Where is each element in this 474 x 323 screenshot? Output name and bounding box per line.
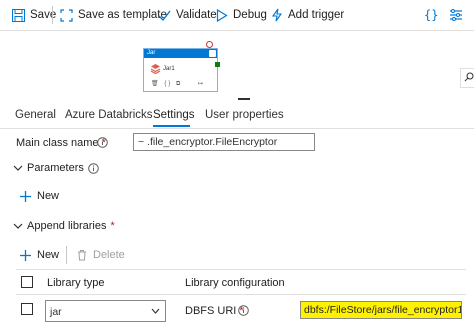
table-divider	[16, 269, 466, 270]
column-header-library-configuration: Library configuration	[185, 277, 285, 289]
delete-library-label: Delete	[93, 249, 125, 261]
library-type-select[interactable]: jar	[45, 300, 166, 322]
chevron-down-icon	[13, 165, 23, 171]
main-class-label: Main class name *	[16, 137, 106, 149]
new-parameter-button[interactable]: New	[20, 190, 59, 202]
copy-activity-icon[interactable]: ⧉	[176, 81, 182, 87]
dbfs-uri-input[interactable]: dbfs:/FileStore/jars/file_encryptor12.ja…	[300, 301, 462, 319]
trash-icon	[78, 250, 86, 261]
delete-activity-icon[interactable]: 🗑	[151, 81, 161, 87]
main-class-input[interactable]: ~ .file_encryptor.FileEncryptor	[133, 133, 315, 151]
play-icon	[216, 8, 228, 22]
tab-settings[interactable]: Settings	[153, 109, 195, 121]
new-library-button[interactable]: New	[20, 249, 59, 261]
table-divider	[16, 294, 466, 295]
toolbar: Save Save as template Validate Debug Add…	[0, 0, 474, 31]
code-activity-icon[interactable]: {}	[164, 81, 172, 87]
plus-icon	[20, 249, 31, 261]
validate-button[interactable]: Validate	[158, 7, 217, 23]
row-checkbox[interactable]	[21, 303, 33, 315]
databricks-icon	[150, 64, 161, 74]
activity-title: Jar	[147, 50, 156, 56]
checkmark-icon	[158, 10, 171, 21]
info-icon	[88, 162, 99, 174]
pipeline-canvas[interactable]	[0, 31, 474, 101]
dbfs-uri-label: DBFS URI *	[185, 305, 244, 317]
parameters-label: Parameters	[27, 162, 84, 174]
save-icon	[12, 8, 25, 22]
plus-icon	[20, 190, 31, 202]
validate-label: Validate	[176, 9, 217, 21]
lightning-icon	[271, 8, 283, 22]
activity-header: Jar	[144, 49, 217, 58]
new-library-label: New	[37, 249, 60, 261]
save-as-template-button[interactable]: Save as template	[60, 7, 167, 23]
library-type-value: jar	[50, 306, 62, 318]
tab-bar: General Azure Databricks Settings User p…	[0, 101, 474, 129]
tab-azure-databricks[interactable]: Azure Databricks	[65, 109, 153, 121]
canvas-search-button[interactable]	[460, 68, 474, 88]
add-trigger-button[interactable]: Add trigger	[271, 7, 344, 23]
template-icon	[60, 8, 73, 22]
append-libraries-section[interactable]: Append libraries *	[13, 220, 115, 232]
goto-activity-icon[interactable]: ↦	[198, 81, 205, 87]
properties-icon	[450, 9, 462, 21]
activity-check-icon	[209, 50, 216, 57]
debug-button[interactable]: Debug	[216, 7, 267, 23]
success-connector[interactable]	[215, 62, 220, 67]
save-as-template-label: Save as template	[78, 9, 167, 21]
code-icon[interactable]: {}	[424, 7, 438, 23]
column-header-library-type: Library type	[47, 277, 105, 289]
properties-button[interactable]	[449, 7, 468, 23]
save-button[interactable]: Save	[12, 7, 56, 23]
tab-general[interactable]: General	[15, 109, 56, 121]
active-tab-indicator	[153, 125, 190, 127]
parameters-section[interactable]: Parameters	[13, 162, 99, 174]
toolbar-divider	[52, 6, 53, 24]
info-icon	[97, 137, 108, 148]
chevron-down-icon	[151, 308, 160, 314]
jar-activity[interactable]: Jar Jar1 🗑 {} ⧉ ↦	[143, 48, 218, 92]
new-parameter-label: New	[37, 190, 60, 202]
append-libraries-label: Append libraries	[27, 220, 107, 232]
activity-action-icons[interactable]: 🗑 {} ⧉ ↦	[151, 80, 205, 88]
failure-connector[interactable]	[206, 41, 213, 48]
button-divider	[66, 246, 67, 264]
chevron-down-icon	[13, 223, 23, 229]
select-all-checkbox[interactable]	[21, 276, 33, 288]
info-icon	[238, 305, 249, 316]
add-trigger-label: Add trigger	[288, 9, 345, 21]
search-icon	[464, 72, 474, 82]
activity-label: Jar1	[163, 66, 175, 72]
debug-label: Debug	[233, 9, 267, 21]
required-mark: *	[110, 220, 115, 232]
resize-handle[interactable]	[238, 98, 250, 100]
delete-library-button[interactable]: Delete	[77, 249, 125, 261]
tab-user-properties[interactable]: User properties	[205, 109, 284, 121]
